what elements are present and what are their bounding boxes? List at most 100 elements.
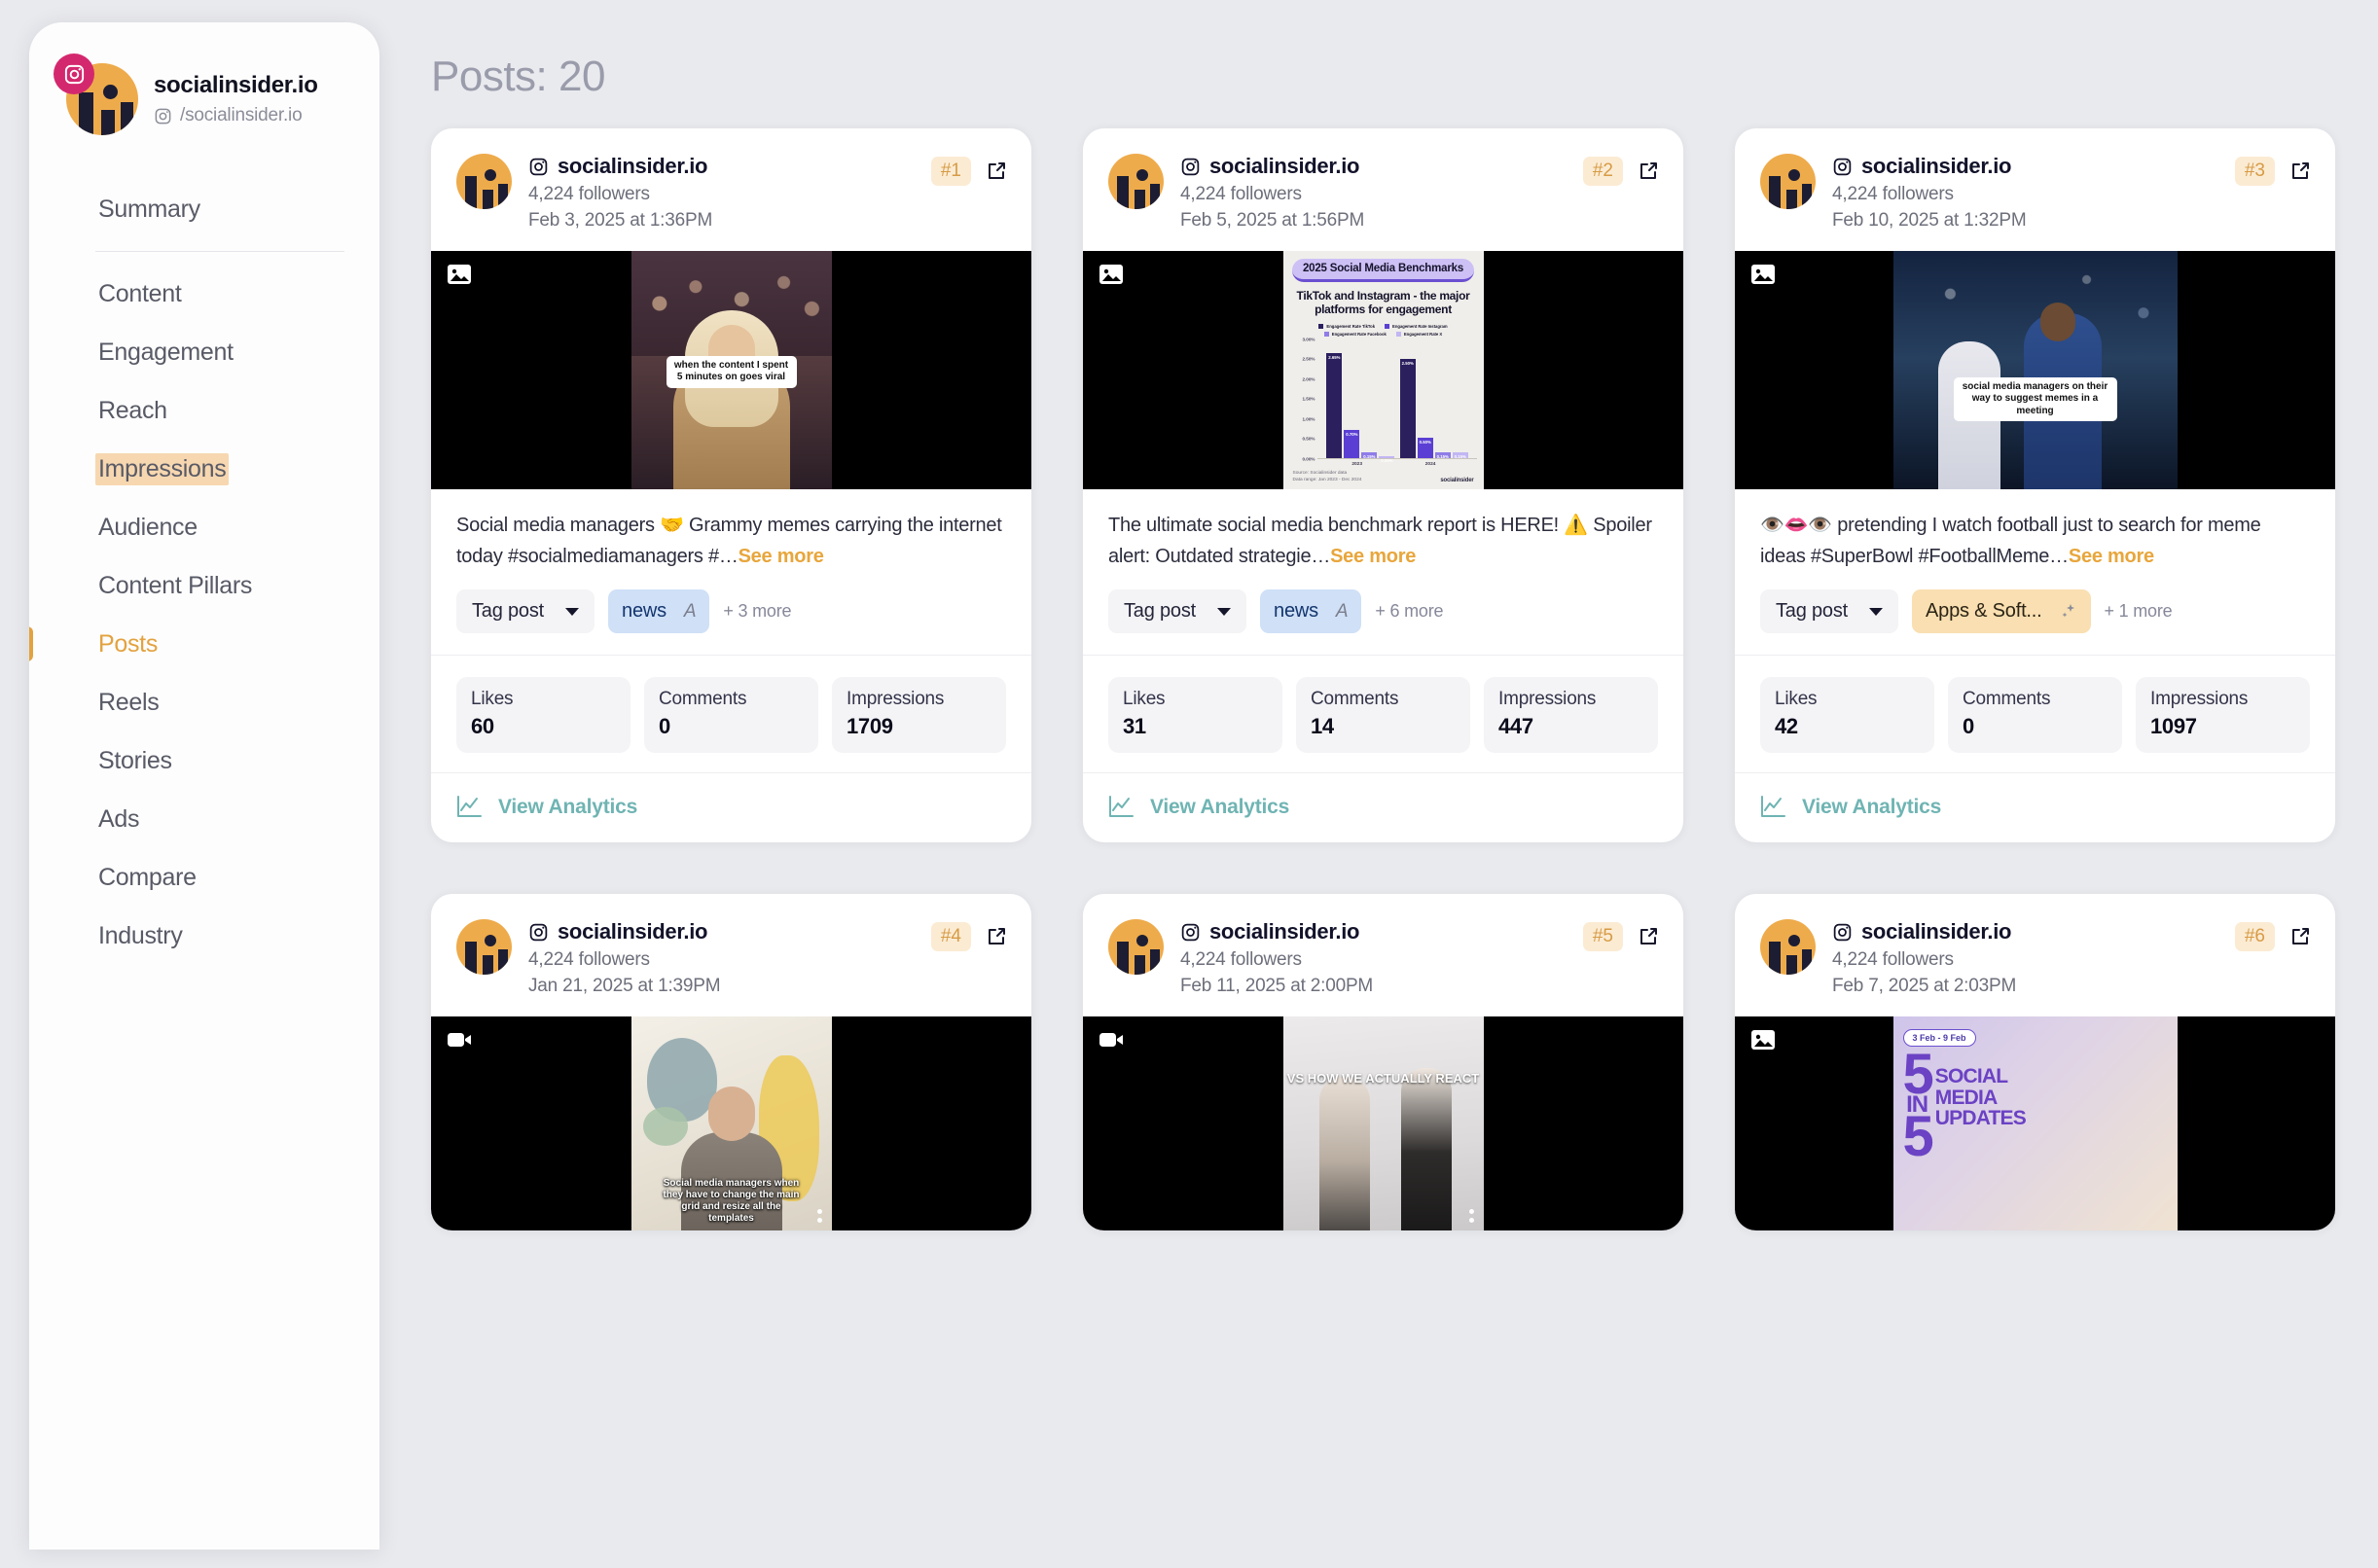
post-card[interactable]: socialinsider.io 4,224 followers Jan 21,… <box>431 894 1031 1231</box>
sidebar-nav: Summary Content Engagement Reach Impressions… <box>29 180 379 965</box>
metric-likes: Likes 42 <box>1760 677 1934 754</box>
post-tag-chip[interactable]: news A <box>1260 589 1362 634</box>
post-card[interactable]: socialinsider.io 4,224 followers Feb 3, … <box>431 128 1031 843</box>
post-media-thumbnail: Social media managers when they have to … <box>631 1016 832 1231</box>
chart-y-tick: 0.00% <box>1302 456 1315 462</box>
sidebar: socialinsider.io /socialinsider.io Summa… <box>29 22 379 1550</box>
tag-post-label: Tag post <box>1776 600 1849 623</box>
metric-value: 31 <box>1123 714 1146 739</box>
chart-x-tick: 2023 <box>1351 461 1362 467</box>
profile-header: socialinsider.io /socialinsider.io <box>29 22 379 135</box>
image-icon <box>1750 1028 1776 1051</box>
external-link-icon[interactable] <box>1637 160 1660 183</box>
chart-legend: Engagement Rate TikTok Engagement Rate In… <box>1290 323 1477 337</box>
chart-bar-label: 0.70% <box>1346 432 1358 438</box>
instagram-icon <box>1833 158 1852 175</box>
post-account: socialinsider.io <box>1180 154 1567 179</box>
tag-post-label: Tag post <box>1124 600 1197 623</box>
post-media[interactable]: VS HOW WE ACTUALLY REACT <box>1083 1016 1683 1231</box>
chart-subtitle: TikTok and Instagram - the major platfor… <box>1296 289 1470 317</box>
avatar <box>1108 919 1164 976</box>
metric-label: Impressions <box>2150 689 2249 710</box>
post-tag-chip[interactable]: Apps & Soft... <box>1912 589 2091 634</box>
external-link-icon[interactable] <box>985 925 1008 948</box>
sidebar-item-impressions[interactable]: Impressions <box>29 440 379 498</box>
media-caption-overlay: social media managers on their way to su… <box>1953 376 2117 422</box>
more-tags-label[interactable]: + 6 more <box>1375 601 1443 622</box>
see-more-link[interactable]: See more <box>1330 546 1416 567</box>
sidebar-item-label: Summary <box>98 195 200 223</box>
sidebar-item-stories[interactable]: Stories <box>29 731 379 790</box>
sidebar-item-label: Content Pillars <box>98 571 253 599</box>
legend-label: Engagement Rate TikTok <box>1326 323 1376 329</box>
sidebar-item-engagement[interactable]: Engagement <box>29 323 379 381</box>
post-media[interactable]: Social media managers when they have to … <box>431 1016 1031 1231</box>
post-media[interactable]: 2025 Social Media Benchmarks TikTok and … <box>1083 251 1683 489</box>
legend-label: Engagement Rate Facebook <box>1331 331 1387 337</box>
metric-label: Comments <box>1311 689 1399 710</box>
view-analytics-link[interactable]: View Analytics <box>1735 773 2335 842</box>
post-account-name: socialinsider.io <box>558 919 708 944</box>
post-followers: 4,224 followers <box>1180 184 1302 204</box>
external-link-icon[interactable] <box>2288 925 2312 948</box>
sidebar-item-posts[interactable]: Posts <box>29 615 379 673</box>
sidebar-item-ads[interactable]: Ads <box>29 790 379 848</box>
see-more-link[interactable]: See more <box>739 546 824 567</box>
more-tags-label[interactable]: + 1 more <box>2105 601 2173 622</box>
view-analytics-link[interactable]: View Analytics <box>1083 773 1683 842</box>
post-caption-text: 👁️👄👁️ pretending I watch football just t… <box>1760 515 2261 567</box>
post-media[interactable]: social media managers on their way to su… <box>1735 251 2335 489</box>
sidebar-item-reels[interactable]: Reels <box>29 673 379 731</box>
post-followers: 4,224 followers <box>528 184 650 204</box>
post-media[interactable]: when the content I spent 5 minutes on go… <box>431 251 1031 489</box>
chart-bar-label: 0.15% <box>1454 453 1466 459</box>
sidebar-item-industry[interactable]: Industry <box>29 907 379 965</box>
sidebar-item-label: Impressions <box>95 452 230 485</box>
avatar <box>1760 154 1816 209</box>
sidebar-item-reach[interactable]: Reach <box>29 381 379 440</box>
sidebar-item-content[interactable]: Content <box>29 265 379 323</box>
chart-y-tick: 2.50% <box>1302 356 1315 362</box>
external-link-icon[interactable] <box>985 160 1008 183</box>
post-card[interactable]: socialinsider.io 4,224 followers Feb 10,… <box>1735 128 2335 843</box>
chart-legend-item: Engagement Rate Facebook <box>1323 331 1387 337</box>
post-media[interactable]: 3 Feb - 9 Feb 5 IN 5 SOCIAL MEDIA UPDATE… <box>1735 1016 2335 1231</box>
view-analytics-link[interactable]: View Analytics <box>431 773 1031 842</box>
post-followers: 4,224 followers <box>528 949 650 971</box>
post-tag-chip[interactable]: news A <box>608 589 710 634</box>
sidebar-item-compare[interactable]: Compare <box>29 848 379 907</box>
five-number: 5 <box>1902 1043 1934 1107</box>
sidebar-item-audience[interactable]: Audience <box>29 498 379 556</box>
sidebar-item-label: Ads <box>98 804 140 833</box>
video-icon <box>447 1028 472 1051</box>
more-tags-label[interactable]: + 3 more <box>723 601 791 622</box>
post-card[interactable]: socialinsider.io 4,224 followers Feb 5, … <box>1083 128 1683 843</box>
post-date: Feb 10, 2025 at 1:32PM <box>1832 210 2027 231</box>
post-date: Feb 7, 2025 at 2:03PM <box>1832 976 2017 997</box>
post-tag-row: Tag post Apps & Soft... + 1 more <box>1735 589 2335 657</box>
chart-bar: 2.65% <box>1326 353 1343 458</box>
post-card[interactable]: socialinsider.io 4,224 followers Feb 7, … <box>1735 894 2335 1231</box>
external-link-icon[interactable] <box>1637 925 1660 948</box>
tag-post-dropdown[interactable]: Tag post <box>456 589 595 634</box>
post-card[interactable]: socialinsider.io 4,224 followers Feb 11,… <box>1083 894 1683 1231</box>
tag-post-dropdown[interactable]: Tag post <box>1108 589 1247 634</box>
metric-value: 0 <box>659 714 670 739</box>
sidebar-item-summary[interactable]: Summary <box>29 180 379 238</box>
chart-bar-label: 2.50% <box>1401 361 1414 367</box>
post-date: Jan 21, 2025 at 1:39PM <box>528 976 721 997</box>
post-card-header: socialinsider.io 4,224 followers Jan 21,… <box>431 894 1031 1016</box>
tag-post-dropdown[interactable]: Tag post <box>1760 589 1899 634</box>
external-link-icon[interactable] <box>2288 160 2312 183</box>
see-more-link[interactable]: See more <box>2069 546 2154 567</box>
post-caption: 👁️👄👁️ pretending I watch football just t… <box>1735 489 2335 589</box>
carousel-dots <box>1468 1209 1474 1224</box>
sidebar-item-content-pillars[interactable]: Content Pillars <box>29 556 379 615</box>
line-chart-icon <box>1761 796 1785 818</box>
chart-legend-item: Engagement Rate X <box>1395 331 1442 337</box>
metric-value: 447 <box>1498 714 1533 739</box>
sidebar-item-label: Content <box>98 279 182 307</box>
post-account: socialinsider.io <box>1832 919 2218 944</box>
metric-label: Comments <box>659 689 747 710</box>
chart-bar-label: 0.05% <box>1381 457 1393 463</box>
